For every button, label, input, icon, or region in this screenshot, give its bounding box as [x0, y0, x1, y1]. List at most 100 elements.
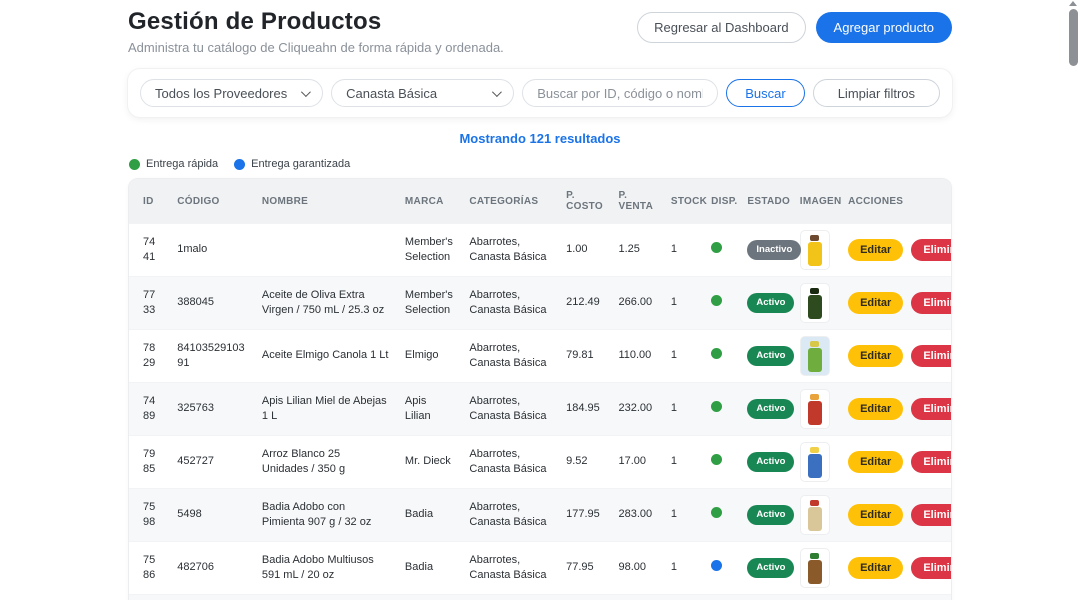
edit-button[interactable]: Editar	[848, 345, 903, 367]
cell-codigo: 452727	[169, 436, 254, 489]
cell-marca: Elmigo	[397, 330, 461, 383]
cell-marca: Apis Lilian	[397, 383, 461, 436]
cell-stock: 1	[663, 489, 703, 542]
edit-button[interactable]: Editar	[848, 398, 903, 420]
legend-guaranteed-delivery: Entrega garantizada	[234, 158, 350, 170]
cell-categorias: Abarrotes, Canasta Básica	[461, 277, 558, 330]
product-image-cap	[810, 235, 819, 241]
cell-id: 7441	[129, 224, 169, 277]
cell-imagen	[792, 277, 840, 330]
cell-nombre: Arroz Blanco 25 Unidades / 350 g	[254, 436, 397, 489]
back-to-dashboard-button[interactable]: Regresar al Dashboard	[637, 12, 805, 43]
clear-filters-button[interactable]: Limpiar filtros	[813, 79, 940, 107]
column-header: STOCK	[663, 179, 703, 224]
edit-button[interactable]: Editar	[848, 239, 903, 261]
cell-acciones: Editar Eliminar	[840, 595, 951, 600]
table-header-row: IDCÓDIGONOMBREMARCACATEGORÍASP. COSTOP. …	[129, 179, 951, 224]
cell-imagen	[792, 595, 840, 600]
cell-marca: Badia	[397, 595, 461, 600]
cell-estado: Activo	[739, 595, 791, 600]
table-row: 7592 5532 Badia Canela en Polvo 453.6 g …	[129, 595, 951, 600]
cell-id: 7598	[129, 489, 169, 542]
cell-p-venta: 232.00	[610, 383, 662, 436]
cell-id: 7592	[129, 595, 169, 600]
cell-stock: 1	[663, 436, 703, 489]
cell-marca: Mr. Dieck	[397, 436, 461, 489]
availability-dot	[711, 401, 722, 412]
cell-estado: Activo	[739, 330, 791, 383]
cell-imagen	[792, 330, 840, 383]
provider-select[interactable]: Todos los Proveedores	[140, 79, 323, 107]
scrollbar-up-arrow-icon[interactable]	[1069, 1, 1077, 6]
cell-stock: 1	[663, 595, 703, 600]
product-image-body	[808, 401, 822, 425]
cell-acciones: Editar Eliminar	[840, 542, 951, 595]
product-image-cap	[810, 341, 819, 347]
cell-p-venta: 283.00	[610, 489, 662, 542]
cell-imagen	[792, 489, 840, 542]
product-image-body	[808, 454, 822, 478]
cell-acciones: Editar Eliminar	[840, 436, 951, 489]
table-row: 7829 8410352910391 Aceite Elmigo Canola …	[129, 330, 951, 383]
availability-dot	[711, 348, 722, 359]
green-dot-icon	[129, 159, 140, 170]
cell-p-venta: 1.25	[610, 224, 662, 277]
edit-button[interactable]: Editar	[848, 557, 903, 579]
blue-dot-icon	[234, 159, 245, 170]
cell-p-costo: 1.00	[558, 224, 610, 277]
cell-p-costo: 212.49	[558, 277, 610, 330]
product-image-body	[808, 295, 822, 319]
delete-button[interactable]: Eliminar	[911, 398, 952, 420]
cell-estado: Activo	[739, 436, 791, 489]
cell-stock: 1	[663, 330, 703, 383]
cell-p-venta: 290.00	[610, 595, 662, 600]
cell-codigo: 388045	[169, 277, 254, 330]
category-select[interactable]: Canasta Básica	[331, 79, 514, 107]
status-badge: Activo	[747, 346, 794, 365]
delete-button[interactable]: Eliminar	[911, 504, 952, 526]
search-input[interactable]	[522, 79, 718, 107]
cell-acciones: Editar Eliminar	[840, 224, 951, 277]
provider-select-value: Todos los Proveedores	[155, 86, 287, 101]
product-image-cap	[810, 500, 819, 506]
cell-id: 7586	[129, 542, 169, 595]
cell-disp	[703, 224, 739, 277]
cell-nombre: Badia Adobo Multiusos 591 mL / 20 oz	[254, 542, 397, 595]
delete-button[interactable]: Eliminar	[911, 557, 952, 579]
product-image	[800, 495, 830, 535]
scrollbar-thumb[interactable]	[1069, 9, 1078, 66]
cell-categorias: Abarrotes, Canasta Básica	[461, 224, 558, 277]
status-badge: Inactivo	[747, 240, 801, 259]
table-row: 7489 325763 Apis Lilian Miel de Abejas 1…	[129, 383, 951, 436]
add-product-button[interactable]: Agregar producto	[816, 12, 952, 43]
edit-button[interactable]: Editar	[848, 504, 903, 526]
delete-button[interactable]: Eliminar	[911, 345, 952, 367]
delete-button[interactable]: Eliminar	[911, 292, 952, 314]
delete-button[interactable]: Eliminar	[911, 451, 952, 473]
chevron-down-icon	[492, 87, 502, 97]
edit-button[interactable]: Editar	[848, 451, 903, 473]
status-badge: Activo	[747, 399, 794, 418]
table-row: 7441 1malo Member's Selection Abarrotes,…	[129, 224, 951, 277]
delete-button[interactable]: Eliminar	[911, 239, 952, 261]
cell-codigo: 482706	[169, 542, 254, 595]
search-button[interactable]: Buscar	[726, 79, 804, 107]
product-image	[800, 230, 830, 270]
products-table-card: IDCÓDIGONOMBREMARCACATEGORÍASP. COSTOP. …	[128, 178, 952, 600]
cell-acciones: Editar Eliminar	[840, 277, 951, 330]
cell-estado: Activo	[739, 489, 791, 542]
column-header: ACCIONES	[840, 179, 951, 224]
edit-button[interactable]: Editar	[848, 292, 903, 314]
cell-p-venta: 266.00	[610, 277, 662, 330]
product-image-body	[808, 348, 822, 372]
cell-disp	[703, 542, 739, 595]
cell-codigo: 325763	[169, 383, 254, 436]
cell-id: 7489	[129, 383, 169, 436]
legend-fast-label: Entrega rápida	[146, 158, 218, 170]
column-header: CÓDIGO	[169, 179, 254, 224]
cell-codigo: 1malo	[169, 224, 254, 277]
cell-disp	[703, 383, 739, 436]
cell-nombre: Badia Adobo con Pimienta 907 g / 32 oz	[254, 489, 397, 542]
results-count: Mostrando 121 resultados	[128, 131, 952, 146]
cell-stock: 1	[663, 542, 703, 595]
